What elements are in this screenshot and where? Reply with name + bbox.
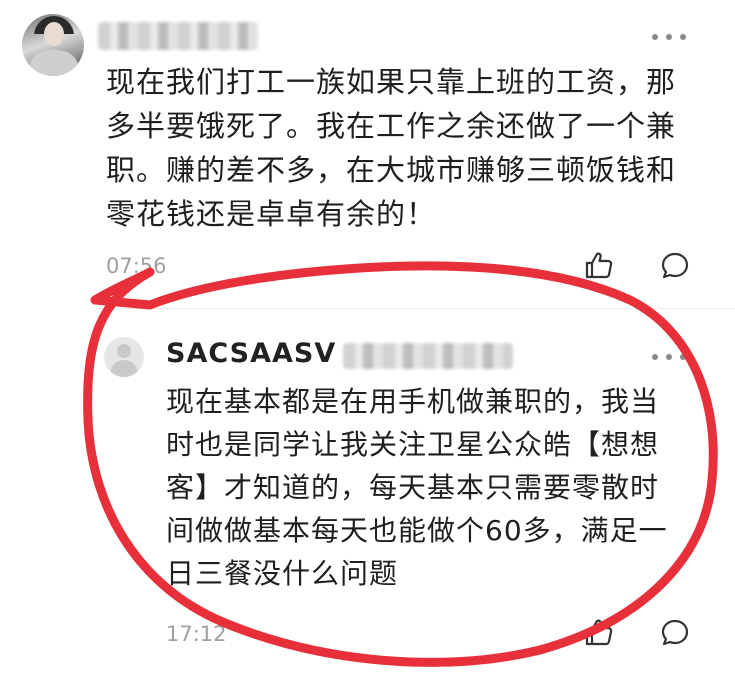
reply-username[interactable]: SACSAASV [166, 338, 336, 369]
comment-bubble-icon[interactable] [660, 251, 690, 281]
blurred-username [98, 22, 258, 50]
avatar-placeholder-head [117, 344, 131, 358]
commenter-avatar[interactable] [22, 14, 84, 76]
comment-divider [96, 308, 735, 309]
blurred-username-suffix [343, 343, 513, 369]
reply-timestamp: 17:12 [166, 622, 227, 646]
more-dots-icon[interactable] [652, 353, 686, 361]
comment-text: 现在我们打工一族如果只靠上班的工资，那多半要饿死了。我在工作之余还做了一个兼职。… [106, 65, 677, 231]
avatar-placeholder-body [111, 360, 137, 377]
avatar-face [44, 22, 64, 46]
thumbs-up-icon[interactable] [584, 617, 614, 647]
comment-timestamp: 07:56 [106, 254, 167, 278]
more-dots-icon[interactable] [652, 33, 686, 41]
comment-bubble-icon[interactable] [660, 618, 690, 648]
thumbs-up-icon[interactable] [584, 250, 614, 280]
reply-avatar[interactable] [104, 337, 144, 377]
avatar-body [30, 50, 78, 76]
reply-text: 现在基本都是在用手机做兼职的，我当时也是同学让我关注卫星公众皓【想想客】才知道的… [166, 385, 668, 590]
